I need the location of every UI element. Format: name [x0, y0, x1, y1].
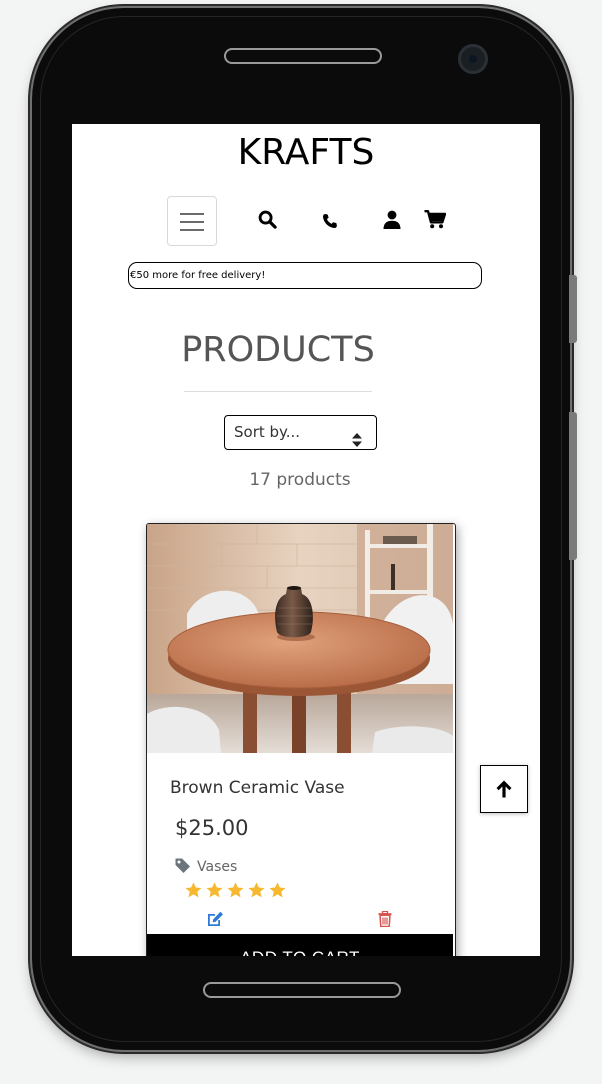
search-icon[interactable] [258, 210, 277, 229]
page-title: PRODUCTS [181, 330, 375, 370]
arrow-up-icon [496, 780, 512, 798]
cart-icon[interactable] [424, 210, 446, 229]
bottom-speaker [203, 982, 401, 998]
star-icon [269, 882, 286, 898]
product-category-label: Vases [197, 859, 238, 875]
star-icon [248, 882, 265, 898]
back-to-top-button[interactable] [480, 765, 528, 813]
main-nav [72, 196, 540, 248]
star-icon [227, 882, 244, 898]
edit-icon[interactable] [207, 911, 224, 931]
front-camera [458, 44, 488, 74]
hamburger-icon[interactable] [167, 196, 217, 246]
phone-icon[interactable] [322, 213, 338, 229]
trash-icon[interactable] [378, 910, 392, 931]
product-rating [185, 882, 286, 902]
earpiece-speaker [224, 48, 382, 64]
product-name[interactable]: Brown Ceramic Vase [170, 778, 345, 798]
free-delivery-banner: €50 more for free delivery! [128, 262, 482, 289]
product-price: $25.00 [175, 816, 249, 840]
tag-icon [175, 858, 190, 873]
product-count: 17 products [249, 470, 351, 490]
user-icon[interactable] [383, 210, 401, 229]
volume-button [569, 275, 577, 343]
product-image[interactable] [147, 524, 453, 753]
product-category[interactable]: Vases [175, 858, 237, 875]
power-button [569, 412, 577, 560]
product-card[interactable]: Brown Ceramic Vase $25.00 Vases ADD TO C… [146, 523, 456, 956]
phone-screen: KRAFTS €50 more for free delivery! PRODU… [72, 124, 540, 956]
brand-logo[interactable]: KRAFTS [72, 132, 540, 173]
star-icon [185, 882, 202, 898]
star-icon [206, 882, 223, 898]
add-to-cart-button[interactable]: ADD TO CART [147, 934, 453, 956]
sort-select-value: Sort by... [234, 423, 301, 441]
sort-select[interactable]: Sort by... [224, 415, 377, 450]
title-divider [184, 391, 372, 392]
sort-arrows-icon [352, 426, 362, 458]
